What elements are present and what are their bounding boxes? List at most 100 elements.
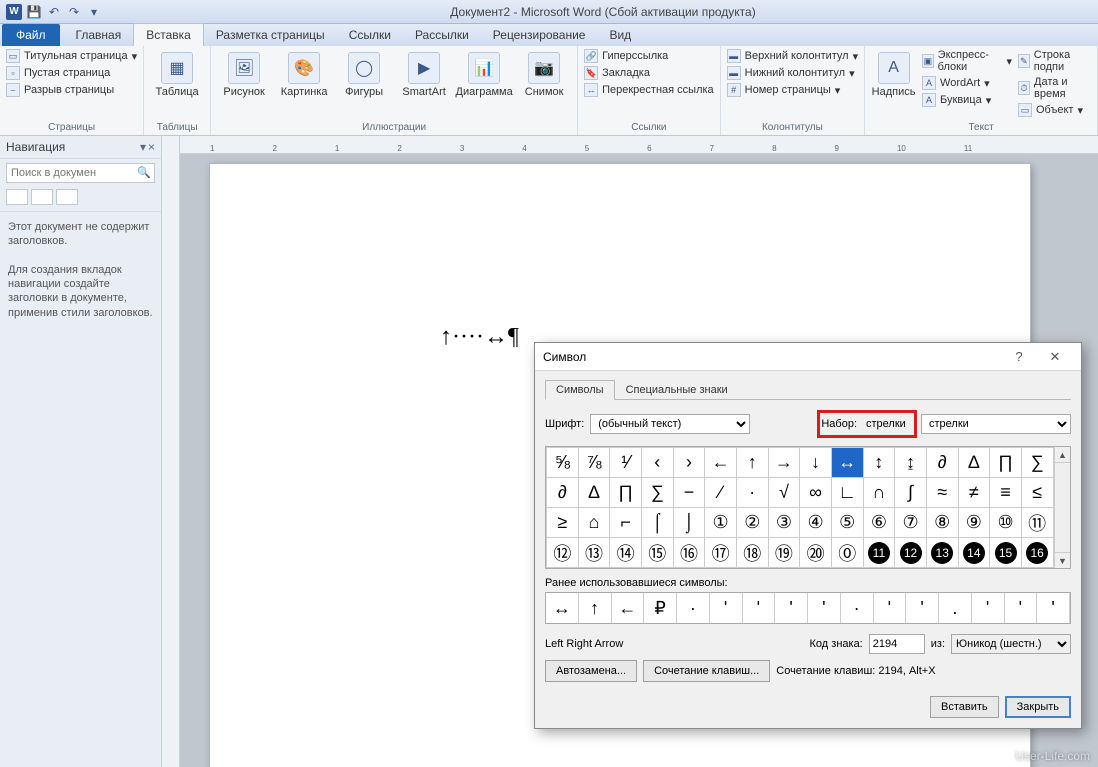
symbol-cell[interactable]: ⑮ bbox=[641, 538, 673, 568]
chart-button[interactable]: 📊Диаграмма bbox=[457, 48, 511, 98]
symbol-cell[interactable]: ∏ bbox=[610, 478, 642, 508]
wordart-button[interactable]: AWordArt ▾ bbox=[922, 75, 1012, 91]
recent-symbol[interactable]: ' bbox=[906, 593, 939, 623]
quickparts-button[interactable]: ▣Экспресс-блоки ▾ bbox=[922, 48, 1012, 74]
symbol-cell[interactable]: ∆ bbox=[958, 448, 990, 478]
symbol-cell[interactable]: ⅝ bbox=[547, 448, 579, 478]
symbol-cell[interactable]: ④ bbox=[800, 508, 832, 538]
qat-dropdown-icon[interactable]: ▾ bbox=[86, 4, 102, 20]
symbol-cell[interactable]: ⌡ bbox=[673, 508, 705, 538]
symbol-cell[interactable]: → bbox=[768, 448, 800, 478]
symbol-cell[interactable]: ↓ bbox=[800, 448, 832, 478]
symbol-cell[interactable]: √ bbox=[768, 478, 800, 508]
symbol-cell[interactable]: 15 bbox=[990, 538, 1022, 568]
tab-review[interactable]: Рецензирование bbox=[481, 24, 598, 46]
symbol-cell[interactable]: ⑧ bbox=[926, 508, 958, 538]
symbol-cell[interactable]: ∆ bbox=[578, 478, 610, 508]
insert-button[interactable]: Вставить bbox=[930, 696, 999, 718]
clipart-button[interactable]: 🎨Картинка bbox=[277, 48, 331, 98]
tab-mailings[interactable]: Рассылки bbox=[403, 24, 481, 46]
recent-symbol[interactable]: ' bbox=[808, 593, 841, 623]
symbol-cell[interactable]: ⓪ bbox=[831, 538, 863, 568]
tab-references[interactable]: Ссылки bbox=[337, 24, 403, 46]
symbol-cell[interactable]: ⑪ bbox=[1021, 508, 1053, 538]
symbol-cell[interactable]: ① bbox=[705, 508, 737, 538]
help-button[interactable]: ? bbox=[1001, 346, 1037, 368]
signature-button[interactable]: ✎Строка подпи bbox=[1018, 48, 1091, 74]
nav-search-input[interactable] bbox=[6, 163, 155, 183]
object-button[interactable]: ▭Объект ▾ bbox=[1018, 102, 1091, 118]
symbol-cell[interactable]: 11 bbox=[863, 538, 895, 568]
symbol-cell[interactable]: ⑤ bbox=[831, 508, 863, 538]
symbol-cell[interactable]: ≥ bbox=[547, 508, 579, 538]
blank-page-button[interactable]: ▫Пустая страница bbox=[6, 65, 137, 81]
grid-scrollbar[interactable]: ▲ ▼ bbox=[1054, 447, 1070, 568]
textbox-button[interactable]: AНадпись bbox=[871, 48, 916, 98]
recent-symbol[interactable]: ↑ bbox=[579, 593, 612, 623]
symbol-cell[interactable]: ∑ bbox=[641, 478, 673, 508]
symbol-cell[interactable]: ⑨ bbox=[958, 508, 990, 538]
symbol-cell[interactable]: ∞ bbox=[800, 478, 832, 508]
symbol-cell[interactable]: ⑱ bbox=[736, 538, 768, 568]
symbol-cell[interactable]: − bbox=[673, 478, 705, 508]
recent-symbol[interactable]: ← bbox=[612, 593, 645, 623]
footer-button[interactable]: ▬Нижний колонтитул ▾ bbox=[727, 65, 858, 81]
symbol-cell[interactable]: ∕ bbox=[705, 478, 737, 508]
symbol-cell[interactable]: ③ bbox=[768, 508, 800, 538]
crossref-button[interactable]: ↔Перекрестная ссылка bbox=[584, 82, 714, 98]
recent-symbol[interactable]: · bbox=[677, 593, 710, 623]
horizontal-ruler[interactable]: 121234567891011 bbox=[180, 136, 1098, 154]
autocorrect-button[interactable]: Автозамена... bbox=[545, 660, 637, 682]
symbol-cell[interactable]: ‹ bbox=[641, 448, 673, 478]
table-button[interactable]: ▦Таблица bbox=[150, 48, 204, 98]
set-select[interactable]: стрелки bbox=[921, 414, 1071, 434]
recent-symbol[interactable]: ' bbox=[710, 593, 743, 623]
symbol-cell[interactable]: ∫ bbox=[895, 478, 927, 508]
undo-icon[interactable]: ↶ bbox=[46, 4, 62, 20]
symbol-cell[interactable]: ⅞ bbox=[578, 448, 610, 478]
shapes-button[interactable]: ◯Фигуры bbox=[337, 48, 391, 98]
dialog-titlebar[interactable]: Символ ? ✕ bbox=[535, 343, 1081, 371]
recent-symbol[interactable]: ' bbox=[874, 593, 907, 623]
symbol-cell[interactable]: ↨ bbox=[895, 448, 927, 478]
symbol-cell[interactable]: ⌂ bbox=[578, 508, 610, 538]
symbol-cell[interactable]: ⑬ bbox=[578, 538, 610, 568]
picture-button[interactable]: 🖼Рисунок bbox=[217, 48, 271, 98]
symbol-cell[interactable]: ∏ bbox=[990, 448, 1022, 478]
symbol-cell[interactable]: ② bbox=[736, 508, 768, 538]
symbol-cell[interactable]: 13 bbox=[926, 538, 958, 568]
tab-view[interactable]: Вид bbox=[597, 24, 643, 46]
save-icon[interactable]: 💾 bbox=[26, 4, 42, 20]
recent-symbol[interactable]: ' bbox=[972, 593, 1005, 623]
nav-dropdown-icon[interactable]: ▾ bbox=[140, 140, 146, 154]
tab-insert[interactable]: Вставка bbox=[133, 23, 204, 46]
recent-symbol[interactable]: ↔ bbox=[546, 593, 579, 623]
recent-symbol[interactable]: · bbox=[841, 593, 874, 623]
recent-symbol[interactable]: ₽ bbox=[644, 593, 677, 623]
symbol-cell[interactable]: ⑦ bbox=[895, 508, 927, 538]
cover-page-button[interactable]: ▭Титульная страница ▾ bbox=[6, 48, 137, 64]
symbol-cell[interactable]: ≈ bbox=[926, 478, 958, 508]
bookmark-button[interactable]: 🔖Закладка bbox=[584, 65, 714, 81]
symbol-cell[interactable]: ⑰ bbox=[705, 538, 737, 568]
symbol-cell[interactable]: ← bbox=[705, 448, 737, 478]
symbol-cell[interactable]: ⑩ bbox=[990, 508, 1022, 538]
screenshot-button[interactable]: 📷Снимок bbox=[517, 48, 571, 98]
symbol-cell[interactable]: 14 bbox=[958, 538, 990, 568]
symbol-cell[interactable]: ∂ bbox=[926, 448, 958, 478]
scroll-up-icon[interactable]: ▲ bbox=[1055, 447, 1070, 463]
symbol-cell[interactable]: ↕ bbox=[863, 448, 895, 478]
tab-pagelayout[interactable]: Разметка страницы bbox=[204, 24, 337, 46]
recent-symbol[interactable]: ' bbox=[1037, 593, 1070, 623]
document-text[interactable]: ↑····↔¶ bbox=[440, 324, 519, 351]
symbol-cell[interactable]: ≠ bbox=[958, 478, 990, 508]
redo-icon[interactable]: ↷ bbox=[66, 4, 82, 20]
header-button[interactable]: ▬Верхний колонтитул ▾ bbox=[727, 48, 858, 64]
from-select[interactable]: Юникод (шестн.) bbox=[951, 634, 1071, 654]
symbol-cell[interactable]: 16 bbox=[1021, 538, 1053, 568]
tab-home[interactable]: Главная bbox=[64, 24, 134, 46]
pagenum-button[interactable]: #Номер страницы ▾ bbox=[727, 82, 858, 98]
close-dialog-button[interactable]: Закрыть bbox=[1005, 696, 1071, 718]
symbol-cell[interactable]: ¹⁄ bbox=[610, 448, 642, 478]
font-select[interactable]: (обычный текст) bbox=[590, 414, 750, 434]
